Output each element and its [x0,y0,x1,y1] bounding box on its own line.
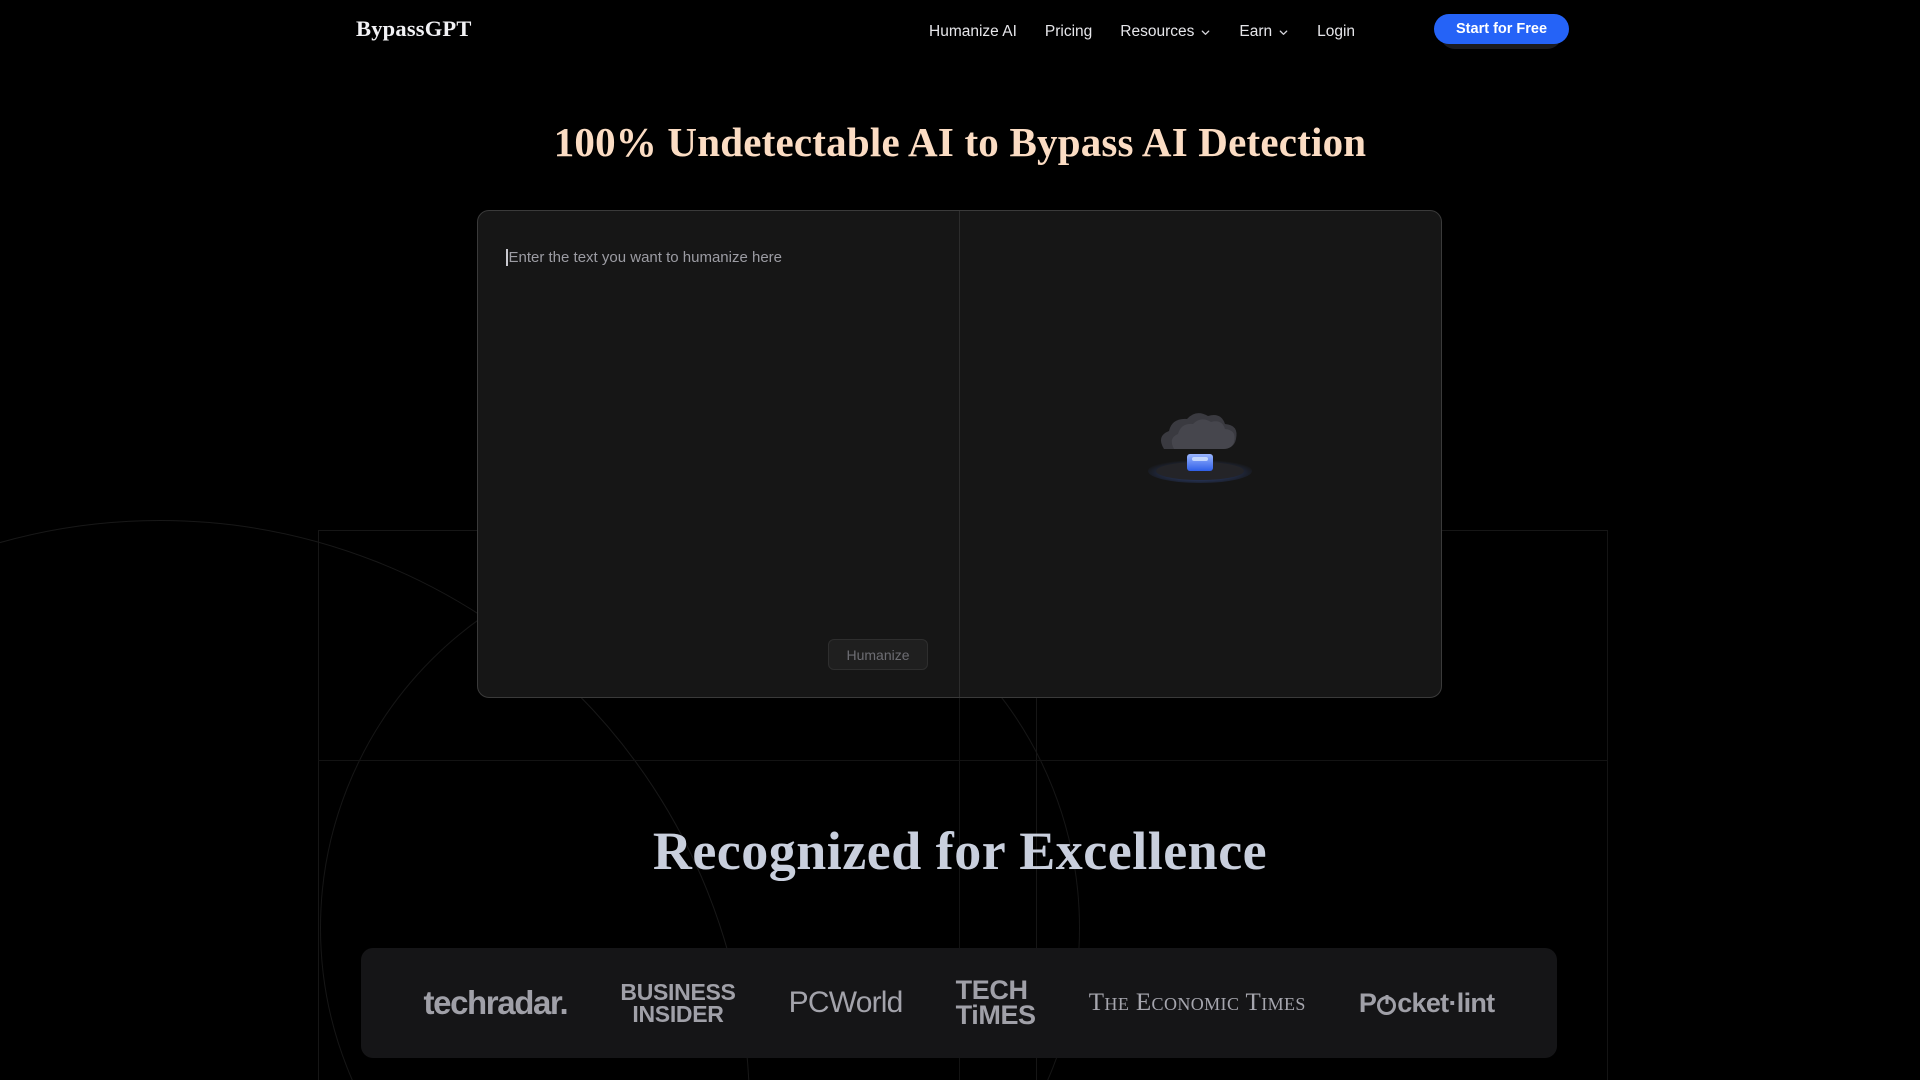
nav-humanize-ai-label: Humanize AI [929,23,1017,41]
logo-tech-times-line2: TiMES [956,1003,1036,1028]
humanize-button[interactable]: Humanize [828,639,928,670]
cloud-upload-icon [1130,409,1270,499]
logo-pocketlint-suffix: cket·lint [1397,988,1494,1019]
logo-business-insider-line1: BUSINESS [620,981,735,1003]
logo-business-insider: BUSINESS INSIDER [620,981,735,1025]
power-symbol-icon [1377,996,1396,1015]
nav-earn[interactable]: Earn [1225,23,1303,41]
output-panel [960,211,1441,697]
input-panel[interactable]: Enter the text you want to humanize here [478,211,960,697]
logo-tech-times: TECH TiMES [956,978,1036,1029]
recognized-section-title: Recognized for Excellence [0,820,1920,882]
page-title: 100% Undetectable AI to Bypass AI Detect… [0,120,1920,165]
page-root: BypassGPT Humanize AI Pricing Resources … [0,0,1920,1080]
input-placeholder-row[interactable]: Enter the text you want to humanize here [506,247,929,267]
nav-links: Humanize AI Pricing Resources Earn Login [915,0,1369,63]
nav-login[interactable]: Login [1303,23,1369,41]
logo-pcworld: PCWorld [789,986,903,1020]
logo-the-economic-times: The Economic Times [1089,989,1306,1017]
press-logos-bar: techradar. BUSINESS INSIDER PCWorld TECH… [361,948,1557,1058]
chevron-down-icon [1200,27,1211,38]
nav-pricing-label: Pricing [1045,23,1092,41]
nav-pricing[interactable]: Pricing [1031,23,1106,41]
logo-pocketlint-prefix: P [1359,988,1376,1019]
chevron-down-icon [1278,27,1289,38]
humanizer-card: Enter the text you want to humanize here [477,210,1442,698]
nav-humanize-ai[interactable]: Humanize AI [915,23,1031,41]
nav-login-label: Login [1317,23,1355,41]
logo-techradar: techradar. [424,984,568,1022]
top-navigation-bar: BypassGPT Humanize AI Pricing Resources … [0,0,1920,63]
nav-resources[interactable]: Resources [1106,23,1225,41]
start-for-free-button[interactable]: Start for Free [1434,14,1569,44]
input-placeholder: Enter the text you want to humanize here [509,249,783,266]
brand-logo[interactable]: BypassGPT [356,16,472,42]
nav-resources-label: Resources [1120,23,1194,41]
text-caret [506,249,508,266]
decor-horizontal-line [318,760,1608,761]
nav-earn-label: Earn [1239,23,1272,41]
logo-pocketlint: P cket·lint [1359,988,1495,1019]
logo-business-insider-line2: INSIDER [620,1003,735,1025]
